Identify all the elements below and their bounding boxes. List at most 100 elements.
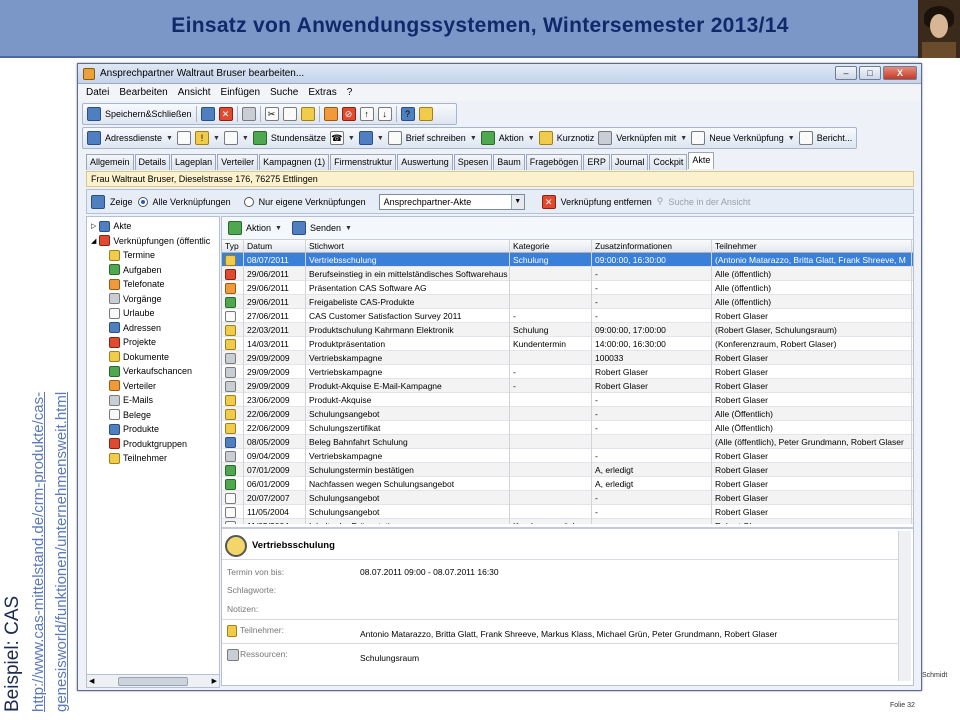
table-row[interactable]: 22/03/2011 Produktschulung Kahrmann Elekt…: [222, 322, 913, 337]
table-row[interactable]: 27/06/2011 CAS Customer Satisfaction Surv…: [222, 308, 913, 323]
tree-item[interactable]: Produktgruppen: [109, 437, 187, 451]
tree-item[interactable]: Verteiler: [109, 379, 156, 393]
radio-eigene-verknuepfungen[interactable]: [243, 196, 254, 207]
tree-item[interactable]: Teilnehmer: [109, 451, 167, 465]
paste-icon[interactable]: [300, 107, 315, 121]
detail-scrollbar[interactable]: [898, 531, 911, 681]
tab-details[interactable]: Details: [134, 154, 171, 170]
copy-icon[interactable]: [282, 107, 297, 121]
arrow-up-icon[interactable]: ↑: [359, 107, 374, 121]
menu-extras[interactable]: Extras: [308, 87, 336, 98]
table-row[interactable]: 22/06/2009 Schulungsangebot - Alle (Öffentl…: [222, 406, 913, 421]
table-row[interactable]: 07/01/2009 Schulungstermin bestätigen A, e…: [222, 462, 913, 477]
stop-icon[interactable]: ⊘: [341, 107, 356, 121]
tree-item[interactable]: ▷ Akte: [91, 219, 131, 233]
save-icon[interactable]: [200, 107, 215, 121]
table-row[interactable]: 14/03/2011 Produktpräsentation Kundentermi…: [222, 336, 913, 351]
tab-akte[interactable]: Akte: [688, 152, 715, 169]
tab-auswertung[interactable]: Auswertung: [397, 154, 453, 170]
tree-item[interactable]: E-Mails: [109, 393, 153, 407]
menu-bearbeiten[interactable]: Bearbeiten: [119, 87, 167, 98]
hand-icon[interactable]: [418, 107, 433, 121]
tab-journal[interactable]: Journal: [610, 154, 649, 170]
tab-baum[interactable]: Baum: [493, 154, 525, 170]
table-row[interactable]: 29/06/2011 Berufseinstieg in ein mittelst…: [222, 266, 913, 281]
col-zusatzinformationen[interactable]: Zusatzinformationen: [592, 239, 712, 253]
tree-item[interactable]: Termine: [109, 248, 155, 262]
col-datum[interactable]: Datum: [244, 239, 306, 253]
tree-item[interactable]: Dokumente: [109, 350, 169, 364]
tree-item[interactable]: Belege: [109, 408, 151, 422]
col-teilnehmer[interactable]: Teilnehmer: [712, 239, 912, 253]
remove-link-icon[interactable]: ✕: [541, 194, 556, 209]
source-link-line2[interactable]: genesisworld/funktionen/unternehmensweit…: [53, 392, 70, 712]
table-row[interactable]: 06/01/2009 Nachfassen wegen Schulungsange…: [222, 476, 913, 491]
expand-toggle-icon[interactable]: ◢: [91, 237, 96, 245]
tree-item[interactable]: Adressen: [109, 321, 161, 335]
col-stichwort[interactable]: Stichwort: [306, 239, 510, 253]
table-row[interactable]: 22/06/2009 Schulungszertifikat - Alle (Öffe…: [222, 420, 913, 435]
tab-cockpit[interactable]: Cockpit: [649, 154, 688, 170]
table-row[interactable]: 20/07/2007 Schulungsangebot - Robert Glaser: [222, 490, 913, 505]
expand-toggle-icon[interactable]: ▷: [91, 222, 96, 230]
view-select[interactable]: Ansprechpartner-Akte ▼: [378, 193, 525, 210]
table-row[interactable]: 29/06/2011 Präsentation CAS Software AG - A…: [222, 280, 913, 295]
table-row[interactable]: 23/06/2009 Produkt-Akquise - Robert Glaser: [222, 392, 913, 407]
aktion-button[interactable]: Aktion: [499, 133, 524, 143]
kurznotiz-button[interactable]: Kurznotiz: [557, 133, 595, 143]
source-link-line1[interactable]: http://www.cas-mittelstand.de/crm-produk…: [30, 392, 47, 712]
chevron-down-icon[interactable]: ▼: [510, 194, 524, 209]
alert-icon[interactable]: !: [194, 131, 209, 145]
menu-ansicht[interactable]: Ansicht: [178, 87, 211, 98]
verknuepfung-entfernen-button[interactable]: Verknüpfung entfernen: [561, 197, 652, 207]
help-icon[interactable]: ?: [400, 107, 415, 121]
verknuepfen-button[interactable]: Verknüpfen mit: [616, 133, 676, 143]
search-icon[interactable]: ⚲: [657, 196, 664, 207]
tab-verteiler[interactable]: Verteiler: [217, 154, 259, 170]
bericht-button[interactable]: Bericht...: [817, 133, 853, 143]
tree-item[interactable]: Produkte: [109, 422, 159, 436]
sub-aktion-button[interactable]: Aktion: [246, 223, 271, 233]
table-row[interactable]: 08/05/2009 Beleg Bahnfahrt Schulung (Alle …: [222, 434, 913, 449]
tree-item[interactable]: Verkaufschancen: [109, 364, 192, 378]
table-row[interactable]: 29/09/2009 Vertriebskampagne 100033 Robert …: [222, 350, 913, 365]
tree-item[interactable]: Projekte: [109, 335, 156, 349]
maximize-button[interactable]: □: [859, 66, 881, 80]
delete-icon[interactable]: ✕: [218, 107, 233, 121]
table-row[interactable]: 09/04/2009 Vertriebskampagne - Robert Glase…: [222, 448, 913, 463]
table-row[interactable]: 29/06/2011 Freigabeliste CAS-Produkte - All…: [222, 294, 913, 309]
arrow-down-icon[interactable]: ↓: [377, 107, 392, 121]
tree-item[interactable]: Telefonate: [109, 277, 165, 291]
cut-icon[interactable]: ✂: [264, 107, 279, 121]
adressdienste-button[interactable]: Adressdienste: [105, 133, 162, 143]
menu-datei[interactable]: Datei: [86, 87, 109, 98]
alarm-clock-icon[interactable]: [223, 131, 238, 145]
radio-alle-verknuepfungen[interactable]: [137, 196, 148, 207]
suche-in-ansicht-button[interactable]: Suche in der Ansicht: [668, 197, 750, 207]
tree-horizontal-scrollbar[interactable]: ◀ ▶: [86, 674, 220, 688]
edit-mode-icon[interactable]: [323, 107, 338, 121]
tab-kampagnen[interactable]: Kampagnen (1): [259, 154, 330, 170]
table-row[interactable]: 08/07/2011 Vertriebsschulung Schulung 09:00…: [222, 252, 913, 267]
menu-suche[interactable]: Suche: [270, 87, 298, 98]
stundensaetze-button[interactable]: Stundensätze: [271, 133, 326, 143]
table-row[interactable]: 11/05/2004Inhalte der PräsentationKunden…: [222, 518, 913, 524]
minimize-button[interactable]: –: [835, 66, 857, 80]
menu-help[interactable]: ?: [347, 87, 353, 98]
col-kategorie[interactable]: Kategorie: [510, 239, 592, 253]
tree-item[interactable]: ◢ Verknüpfungen (öffentlic: [91, 234, 210, 248]
phone-icon[interactable]: ☎: [329, 131, 344, 145]
table-row[interactable]: 11/05/2004 Schulungsangebot - Robert Glaser: [222, 504, 913, 519]
table-row[interactable]: 29/09/2009 Vertriebskampagne - Robert Glase…: [222, 364, 913, 379]
tab-firmenstruktur[interactable]: Firmenstruktur: [330, 154, 397, 170]
tab-frageboegen[interactable]: Fragebögen: [525, 154, 583, 170]
tab-lageplan[interactable]: Lageplan: [171, 154, 217, 170]
card-icon[interactable]: [358, 131, 373, 145]
close-button[interactable]: X: [883, 66, 917, 80]
view-toggle-icon[interactable]: [91, 194, 105, 209]
col-typ[interactable]: Typ: [222, 239, 244, 253]
tab-erp[interactable]: ERP: [583, 154, 610, 170]
tab-allgemein[interactable]: Allgemein: [86, 154, 134, 170]
window-titlebar[interactable]: Ansprechpartner Waltraut Bruser bearbeit…: [78, 64, 921, 84]
menu-einfuegen[interactable]: Einfügen: [221, 87, 260, 98]
